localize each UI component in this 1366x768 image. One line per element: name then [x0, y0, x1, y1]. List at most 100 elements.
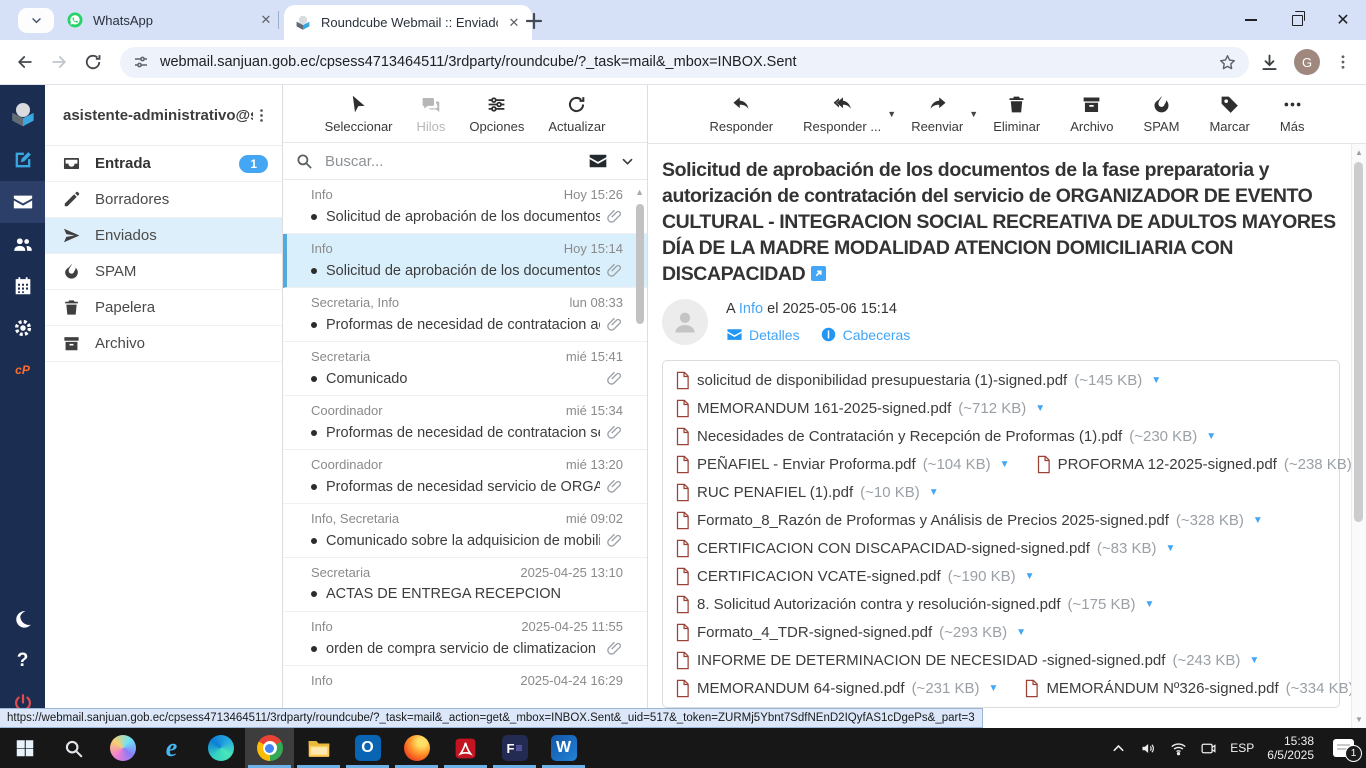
- attachment-item[interactable]: MEMORANDUM 161-2025-signed.pdf(~712 KB)▼: [675, 399, 1045, 418]
- forward-button[interactable]: [42, 45, 76, 79]
- más-button[interactable]: Más: [1280, 94, 1305, 134]
- rail-darkmode-button[interactable]: [0, 598, 45, 640]
- attachment-menu-caret-icon[interactable]: ▼: [1253, 515, 1263, 526]
- taskbar-chrome-icon[interactable]: [245, 728, 294, 768]
- attachment-item[interactable]: Formato_4_TDR-signed-signed.pdf(~293 KB)…: [675, 623, 1026, 642]
- taskbar-word-icon[interactable]: W: [539, 728, 588, 768]
- sidebar-item-entrada[interactable]: Entrada1: [45, 146, 282, 182]
- message-row[interactable]: InfoHoy 15:14Solicitud de aprobación de …: [283, 234, 647, 288]
- clock[interactable]: 15:38 6/5/2025: [1267, 734, 1314, 762]
- taskbar-start-icon[interactable]: [0, 728, 49, 768]
- attachment-menu-caret-icon[interactable]: ▼: [1166, 543, 1176, 554]
- profile-avatar[interactable]: G: [1294, 49, 1320, 75]
- attachment-item[interactable]: CERTIFICACION VCATE-signed.pdf(~190 KB)▼: [675, 567, 1035, 586]
- back-button[interactable]: [8, 45, 42, 79]
- rail-calendar-button[interactable]: [0, 265, 45, 307]
- taskbar-explorer-icon[interactable]: [294, 728, 343, 768]
- attachment-item[interactable]: INFORME DE DETERMINACION DE NECESIDAD -s…: [675, 651, 1259, 670]
- site-settings-icon[interactable]: [132, 53, 150, 71]
- scroll-up-icon[interactable]: ▲: [1355, 148, 1363, 157]
- reload-button[interactable]: [76, 45, 110, 79]
- message-row[interactable]: Info2025-04-25 11:55orden de compra serv…: [283, 612, 647, 666]
- notifications-icon[interactable]: 1: [1333, 739, 1354, 757]
- headers-toggle[interactable]: Cabeceras: [820, 326, 911, 343]
- sidebar-item-enviados[interactable]: Enviados: [45, 218, 282, 254]
- scroll-down-icon[interactable]: ▼: [1355, 715, 1363, 724]
- minimize-button[interactable]: [1228, 0, 1274, 40]
- taskbar-search-icon[interactable]: [49, 728, 98, 768]
- attachment-menu-caret-icon[interactable]: ▼: [1000, 459, 1010, 470]
- attachment-menu-caret-icon[interactable]: ▼: [1249, 655, 1259, 666]
- sidebar-item-spam[interactable]: SPAM: [45, 254, 282, 290]
- attachment-item[interactable]: solicitud de disponibilidad presupuestar…: [675, 371, 1161, 390]
- message-row[interactable]: Info, Secretariamié 09:02Comunicado sobr…: [283, 504, 647, 558]
- browser-menu-icon[interactable]: [1334, 53, 1352, 71]
- rail-roundcube-logo-button[interactable]: [0, 91, 45, 139]
- address-bar[interactable]: webmail.sanjuan.gob.ec/cpsess4713464511/…: [120, 47, 1249, 78]
- close-tab-icon[interactable]: ✕: [258, 12, 274, 28]
- wifi-icon[interactable]: [1170, 740, 1187, 757]
- attachment-menu-caret-icon[interactable]: ▼: [929, 487, 939, 498]
- attachment-item[interactable]: 8. Solicitud Autorización contra y resol…: [675, 595, 1154, 614]
- taskbar-outlook-icon[interactable]: O: [343, 728, 392, 768]
- message-row[interactable]: Secretariamié 15:41Comunicado: [283, 342, 647, 396]
- attachment-menu-caret-icon[interactable]: ▼: [1206, 431, 1216, 442]
- message-row[interactable]: Coordinadormié 15:34Proformas de necesid…: [283, 396, 647, 450]
- responder-button[interactable]: Responder ...▼: [803, 94, 881, 134]
- recipient-link[interactable]: Info: [739, 301, 763, 317]
- close-tab-icon[interactable]: ✕: [506, 15, 522, 31]
- open-in-new-window-icon[interactable]: [811, 266, 826, 281]
- rail-compose-button[interactable]: [0, 139, 45, 181]
- tray-expand-icon[interactable]: [1110, 740, 1127, 757]
- taskbar-copilot-icon[interactable]: [98, 728, 147, 768]
- scrollbar-thumb[interactable]: [636, 204, 644, 324]
- taskbar-acrobat-icon[interactable]: [441, 728, 490, 768]
- actualizar-button[interactable]: Actualizar: [548, 94, 605, 134]
- search-input[interactable]: [323, 152, 578, 171]
- spam-button[interactable]: SPAM: [1144, 94, 1180, 134]
- dropdown-caret-icon[interactable]: ▼: [887, 109, 896, 119]
- search-scope-mail-icon[interactable]: [588, 151, 608, 171]
- reenviar-button[interactable]: Reenviar▼: [911, 94, 963, 134]
- scrollbar-thumb[interactable]: [1354, 162, 1363, 522]
- taskbar-fes-icon[interactable]: F≡: [490, 728, 539, 768]
- sidebar-item-archivo[interactable]: Archivo: [45, 326, 282, 362]
- rail-cpanel-button[interactable]: cP: [0, 349, 45, 391]
- seleccionar-button[interactable]: Seleccionar: [325, 94, 393, 134]
- attachment-menu-caret-icon[interactable]: ▼: [1151, 375, 1161, 386]
- opciones-button[interactable]: Opciones: [469, 94, 524, 134]
- account-menu-icon[interactable]: [253, 107, 270, 124]
- responder-button[interactable]: Responder: [710, 94, 774, 134]
- details-toggle[interactable]: Detalles: [726, 326, 800, 343]
- attachment-item[interactable]: RUC PENAFIEL (1).pdf(~10 KB)▼: [675, 483, 939, 502]
- sidebar-item-papelera[interactable]: Papelera: [45, 290, 282, 326]
- message-row[interactable]: Secretaria2025-04-25 13:10ACTAS DE ENTRE…: [283, 558, 647, 612]
- attachment-item[interactable]: MEMORÁNDUM Nº326-signed.pdf(~334 KB)▼: [1024, 679, 1366, 698]
- eliminar-button[interactable]: Eliminar: [993, 94, 1040, 134]
- close-window-button[interactable]: ✕: [1320, 0, 1366, 40]
- reader-scrollbar[interactable]: ▲ ▼: [1351, 144, 1366, 728]
- taskbar-firefox-icon[interactable]: [392, 728, 441, 768]
- new-tab-button[interactable]: [522, 9, 546, 33]
- rail-help-button[interactable]: ?: [0, 640, 45, 682]
- attachment-menu-caret-icon[interactable]: ▼: [1035, 403, 1045, 414]
- archivo-button[interactable]: Archivo: [1070, 94, 1113, 134]
- attachment-menu-caret-icon[interactable]: ▼: [1145, 599, 1155, 610]
- attachment-item[interactable]: CERTIFICACION CON DISCAPACIDAD-signed-si…: [675, 539, 1175, 558]
- sidebar-item-borradores[interactable]: Borradores: [45, 182, 282, 218]
- tab-roundcube[interactable]: Roundcube Webmail :: Enviados ✕: [284, 5, 532, 40]
- attachment-menu-caret-icon[interactable]: ▼: [989, 683, 999, 694]
- message-row[interactable]: Coordinadormié 13:20Proformas de necesid…: [283, 450, 647, 504]
- tab-whatsapp[interactable]: WhatsApp ✕: [60, 0, 280, 40]
- volume-icon[interactable]: [1140, 740, 1157, 757]
- dropdown-caret-icon[interactable]: ▼: [969, 109, 978, 119]
- attachment-menu-caret-icon[interactable]: ▼: [1025, 571, 1035, 582]
- message-row[interactable]: Secretaria, Infolun 08:33Proformas de ne…: [283, 288, 647, 342]
- tab-search-button[interactable]: [18, 8, 54, 33]
- search-options-chevron-icon[interactable]: [620, 154, 635, 169]
- bookmark-star-icon[interactable]: [1218, 53, 1237, 72]
- attachment-item[interactable]: Formato_8_Razón de Proformas y Análisis …: [675, 511, 1263, 530]
- attachment-item[interactable]: PROFORMA 12-2025-signed.pdf(~238 KB)▼: [1036, 455, 1366, 474]
- attachment-item[interactable]: PEÑAFIEL - Enviar Proforma.pdf(~104 KB)▼: [675, 455, 1010, 474]
- rail-mail-button[interactable]: [0, 181, 45, 223]
